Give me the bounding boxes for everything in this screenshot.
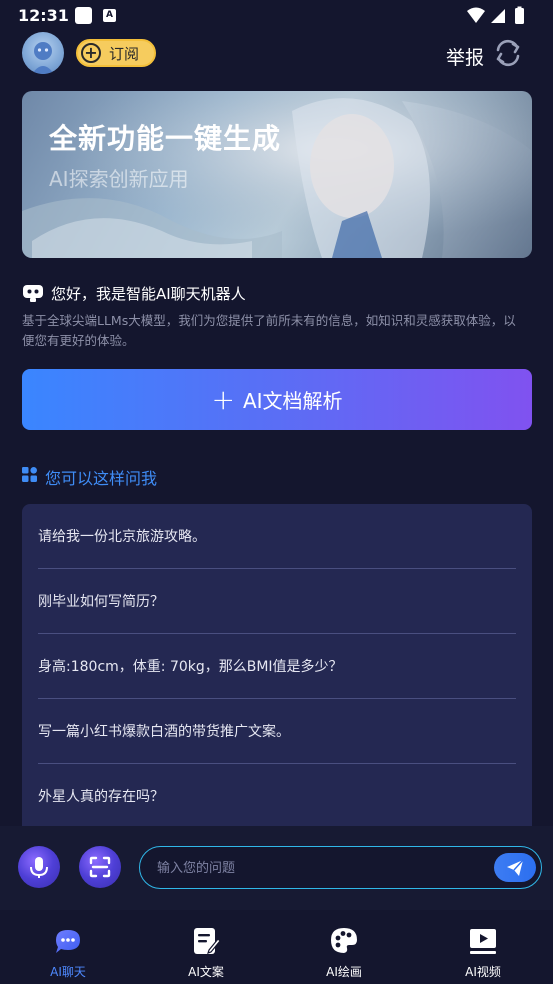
voice-input-button[interactable] bbox=[18, 846, 60, 888]
suggestion-text: 刚毕业如何写简历？ bbox=[38, 594, 164, 610]
suggestions-title: 您可以这样问我 bbox=[45, 469, 158, 488]
nav-label: AI聊天 bbox=[50, 965, 86, 979]
nav-label: AI绘画 bbox=[326, 965, 362, 979]
banner-subtitle: AI探索创新应用 bbox=[49, 167, 189, 191]
scan-button[interactable] bbox=[79, 846, 121, 888]
robot-icon bbox=[23, 285, 43, 302]
suggestion-text: 写一篇小红书爆款白酒的带货推广文案。 bbox=[38, 724, 290, 740]
avatar[interactable] bbox=[22, 32, 64, 74]
nav-ai-chat[interactable]: AI聊天 bbox=[28, 926, 108, 982]
question-input[interactable] bbox=[157, 857, 477, 879]
send-icon bbox=[507, 859, 524, 876]
intro-description: 基于全球尖端LLMs大模型，我们为您提供了前所未有的信息，如知识和灵感获取体验，… bbox=[22, 313, 516, 348]
plus-icon: + bbox=[211, 382, 235, 416]
scan-icon bbox=[89, 856, 111, 878]
status-icons bbox=[467, 6, 524, 24]
report-button[interactable]: 举报 bbox=[446, 43, 484, 70]
suggestion-text: 外星人真的存在吗？ bbox=[38, 789, 164, 805]
subscribe-button[interactable]: + 订阅 bbox=[76, 39, 156, 67]
notification-letter-icon: A bbox=[103, 9, 116, 22]
ai-document-parse-button[interactable]: + AI文档解析 bbox=[22, 369, 532, 430]
plus-circle-icon: + bbox=[81, 43, 101, 63]
suggestion-item[interactable]: 请给我一份北京旅游攻略。 bbox=[38, 504, 516, 569]
suggestion-item[interactable]: 外星人真的存在吗？ bbox=[38, 764, 516, 829]
nav-ai-video[interactable]: AI视频 bbox=[443, 926, 523, 982]
nav-ai-copywriting[interactable]: AI文案 bbox=[166, 926, 246, 982]
refresh-icon[interactable] bbox=[492, 37, 524, 69]
signal-icon bbox=[491, 9, 505, 23]
wifi-icon bbox=[467, 7, 485, 23]
microphone-icon bbox=[30, 857, 48, 878]
battery-icon bbox=[515, 8, 524, 24]
suggestion-text: 身高:180cm，体重: 70kg，那么BMI值是多少？ bbox=[38, 659, 343, 675]
ai-document-parse-label: AI文档解析 bbox=[242, 389, 343, 413]
suggestion-item[interactable]: 写一篇小红书爆款白酒的带货推广文案。 bbox=[38, 699, 516, 764]
feature-banner[interactable]: 全新功能一键生成 AI探索创新应用 bbox=[22, 91, 532, 258]
suggestion-item[interactable]: 刚毕业如何写简历？ bbox=[38, 569, 516, 634]
suggestion-item[interactable]: 身高:180cm，体重: 70kg，那么BMI值是多少？ bbox=[38, 634, 516, 699]
document-edit-icon bbox=[194, 928, 221, 954]
status-bar: 12:31 A bbox=[0, 0, 553, 32]
intro-title: 您好，我是智能AI聊天机器人 bbox=[51, 285, 246, 303]
status-time: 12:31 bbox=[18, 6, 69, 25]
suggestion-text: 请给我一份北京旅游攻略。 bbox=[38, 529, 206, 545]
robot-avatar-icon bbox=[32, 42, 54, 74]
grid-icon bbox=[22, 467, 37, 482]
nav-ai-painting[interactable]: AI绘画 bbox=[304, 926, 384, 982]
nav-label: AI文案 bbox=[188, 965, 224, 979]
chat-input-box[interactable] bbox=[139, 846, 542, 889]
chat-bubble-icon bbox=[56, 930, 80, 953]
banner-title: 全新功能一键生成 bbox=[49, 122, 282, 155]
palette-icon bbox=[331, 928, 357, 953]
subscribe-label: 订阅 bbox=[109, 44, 140, 63]
video-play-icon bbox=[470, 929, 496, 954]
notification-square-icon bbox=[75, 7, 92, 24]
suggestions-card: 请给我一份北京旅游攻略。 刚毕业如何写简历？ 身高:180cm，体重: 70kg… bbox=[22, 504, 532, 834]
nav-label: AI视频 bbox=[465, 965, 501, 979]
send-button[interactable] bbox=[494, 853, 536, 882]
